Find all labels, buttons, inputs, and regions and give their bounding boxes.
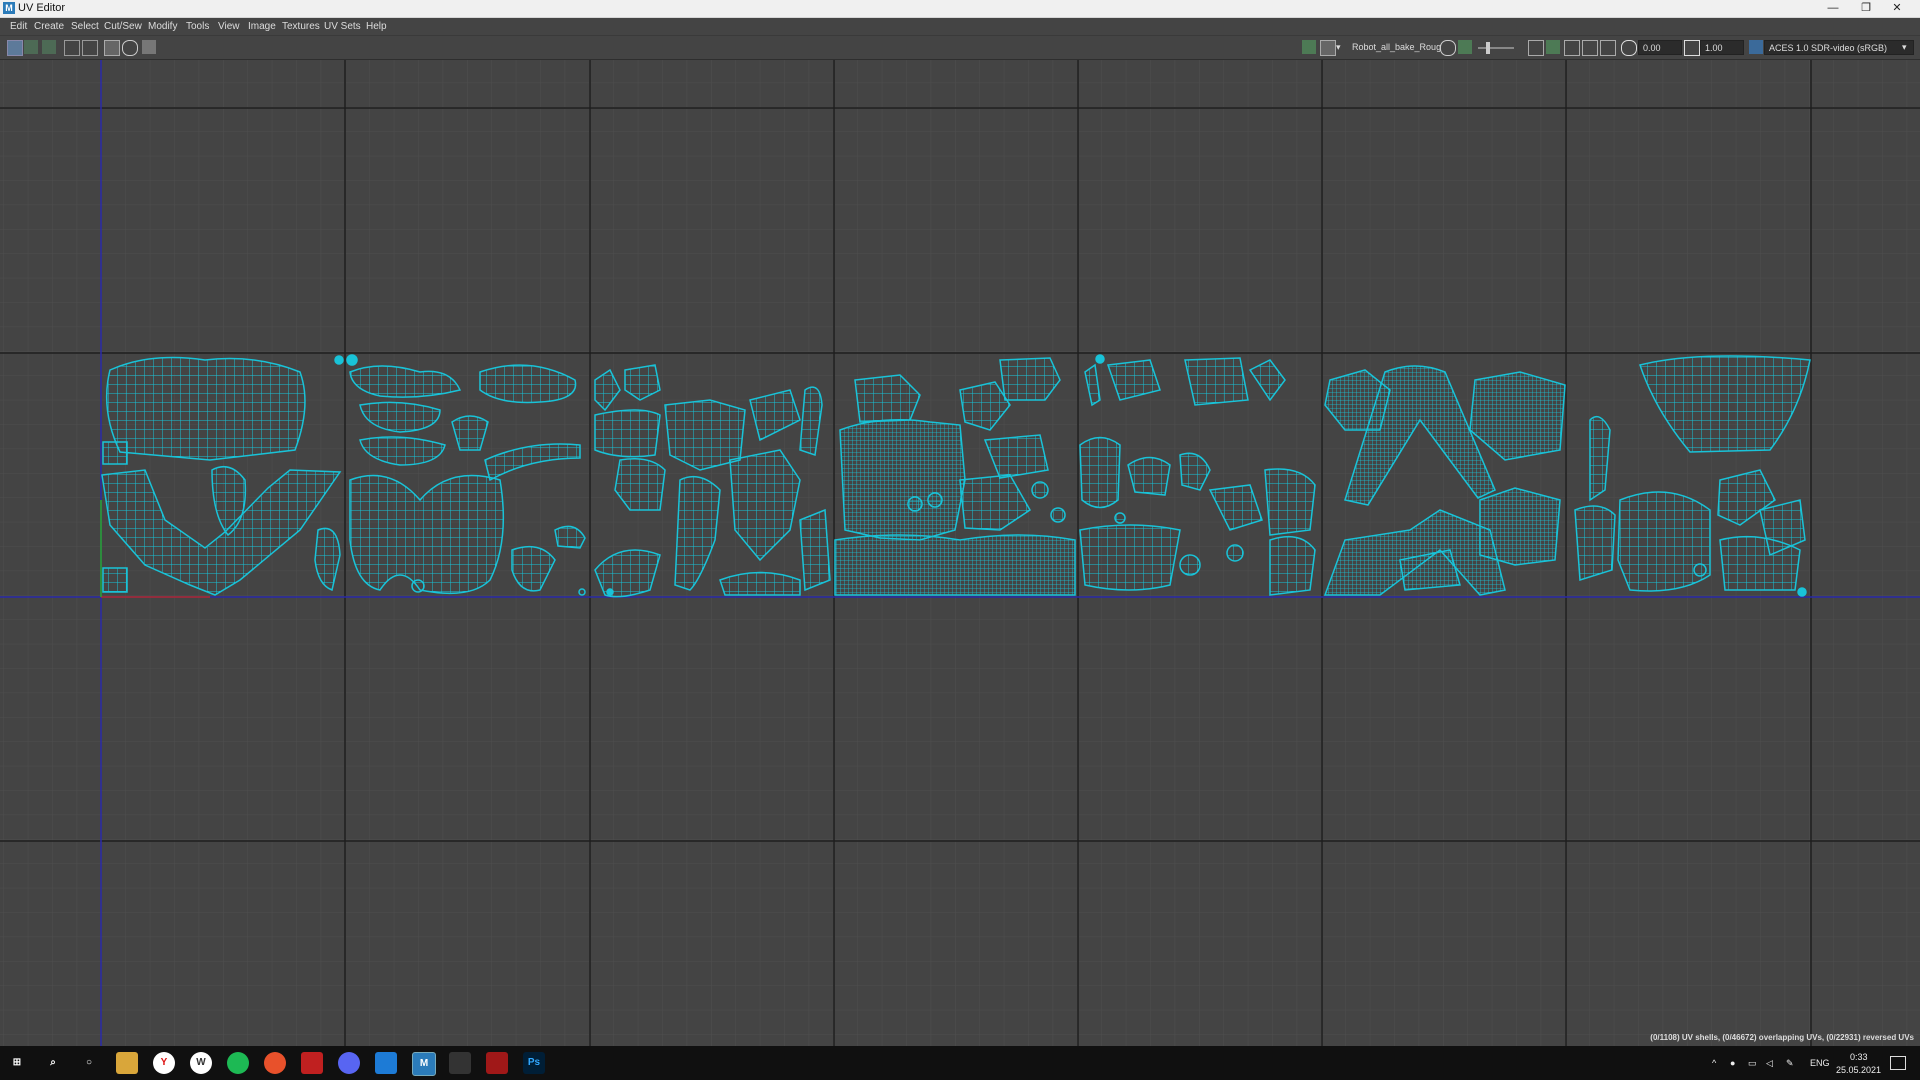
view-transform-chevron-down-icon[interactable]: ▾ bbox=[1902, 42, 1907, 53]
app-blue-icon[interactable] bbox=[375, 1052, 397, 1074]
menu-modify[interactable]: Modify bbox=[148, 21, 177, 32]
menu-tools[interactable]: Tools bbox=[186, 21, 209, 32]
dim-slider-track[interactable] bbox=[1478, 47, 1514, 49]
maya-icon[interactable]: M bbox=[412, 1052, 436, 1076]
menu-select[interactable]: Select bbox=[71, 21, 99, 32]
tray-chevron-up-icon[interactable]: ^ bbox=[1712, 1058, 1716, 1068]
uv-canvas bbox=[0, 60, 1920, 1046]
checker-icon[interactable] bbox=[104, 40, 120, 56]
pixel-snap-icon[interactable] bbox=[1546, 40, 1560, 54]
texture-name[interactable]: Robot_all_bake_Roug bbox=[1352, 42, 1441, 52]
filter-icon[interactable] bbox=[1582, 40, 1598, 56]
dim-image-icon[interactable] bbox=[1440, 40, 1456, 56]
menu-bar: Edit Create Select Cut/Sew Modify Tools … bbox=[0, 18, 1920, 36]
color-management-icon[interactable] bbox=[1749, 40, 1763, 54]
menu-help[interactable]: Help bbox=[366, 21, 387, 32]
menu-uv-sets[interactable]: UV Sets bbox=[324, 21, 361, 32]
maya-app-icon: M bbox=[3, 2, 15, 14]
image-ratio-icon[interactable] bbox=[1458, 40, 1472, 54]
discord-icon[interactable] bbox=[338, 1052, 360, 1074]
display-icon[interactable] bbox=[1600, 40, 1616, 56]
window-title: UV Editor bbox=[18, 2, 66, 14]
texture-grid-icon[interactable] bbox=[1320, 40, 1336, 56]
clock-date[interactable]: 25.05.2021 bbox=[1836, 1065, 1881, 1075]
uv-viewport[interactable]: (0/1108) UV shells, (0/46672) overlappin… bbox=[0, 60, 1920, 1046]
vertex-mode-icon[interactable] bbox=[24, 40, 38, 54]
face-mode-icon[interactable] bbox=[42, 40, 56, 54]
volume-icon[interactable]: ◁ bbox=[1766, 1058, 1773, 1069]
yandex-browser-icon[interactable]: Y bbox=[153, 1052, 175, 1074]
cortana-icon[interactable]: ○ bbox=[78, 1052, 100, 1074]
microphone-icon[interactable]: ● bbox=[1730, 1058, 1735, 1068]
photoshop-icon[interactable]: Ps bbox=[523, 1052, 545, 1074]
uv-toolbar: ▾ Robot_all_bake_Roug 0.00 1.00 ACES 1.0… bbox=[0, 36, 1920, 60]
language-indicator[interactable]: ENG bbox=[1810, 1058, 1830, 1068]
windows-taskbar: ⊞ ⌕ ○ Y W M Ps ^ ● ▭ ◁ ✎ ENG 0:33 25.05.… bbox=[0, 1046, 1920, 1080]
file-explorer-icon[interactable] bbox=[116, 1052, 138, 1074]
shaded-icon[interactable] bbox=[122, 40, 138, 56]
dim-slider-handle[interactable] bbox=[1486, 42, 1490, 54]
clock-time[interactable]: 0:33 bbox=[1850, 1052, 1868, 1062]
notifications-icon[interactable] bbox=[1890, 1056, 1906, 1070]
gamma-icon[interactable] bbox=[1684, 40, 1700, 56]
grid-toggle-icon[interactable] bbox=[64, 40, 80, 56]
snapshot-icon[interactable] bbox=[82, 40, 98, 56]
window-titlebar: M UV Editor — ❐ ✕ bbox=[0, 0, 1920, 18]
network-icon[interactable]: ▭ bbox=[1748, 1058, 1757, 1069]
exposure-icon[interactable] bbox=[1621, 40, 1637, 56]
menu-view[interactable]: View bbox=[218, 21, 240, 32]
spotify-icon[interactable] bbox=[227, 1052, 249, 1074]
uv-status-readout: (0/1108) UV shells, (0/46672) overlappin… bbox=[1650, 1033, 1914, 1042]
menu-cut-sew[interactable]: Cut/Sew bbox=[104, 21, 142, 32]
menu-image[interactable]: Image bbox=[248, 21, 276, 32]
view-transform-select[interactable]: ACES 1.0 SDR-video (sRGB) bbox=[1764, 40, 1914, 55]
uv-selection-mode-icon[interactable] bbox=[7, 40, 23, 56]
menu-edit[interactable]: Edit bbox=[10, 21, 27, 32]
isolate-icon[interactable] bbox=[1564, 40, 1580, 56]
image-display-icon[interactable] bbox=[142, 40, 156, 54]
app-red-icon[interactable] bbox=[301, 1052, 323, 1074]
app-w-icon[interactable]: W bbox=[190, 1052, 212, 1074]
pen-icon[interactable]: ✎ bbox=[1786, 1058, 1794, 1069]
fit-icon[interactable] bbox=[1528, 40, 1544, 56]
menu-create[interactable]: Create bbox=[34, 21, 64, 32]
app-orange-icon[interactable] bbox=[264, 1052, 286, 1074]
exposure-field[interactable]: 0.00 bbox=[1638, 40, 1682, 55]
search-icon[interactable]: ⌕ bbox=[42, 1052, 64, 1074]
gamma-field[interactable]: 1.00 bbox=[1700, 40, 1744, 55]
texture-dropdown-arrow-icon[interactable]: ▾ bbox=[1336, 42, 1341, 53]
windows-start-icon[interactable]: ⊞ bbox=[6, 1052, 28, 1074]
close-button[interactable]: ✕ bbox=[1874, 0, 1920, 17]
texture-display-icon[interactable] bbox=[1302, 40, 1316, 54]
menu-textures[interactable]: Textures bbox=[282, 21, 320, 32]
app-dark-icon[interactable] bbox=[449, 1052, 471, 1074]
app-red-2-icon[interactable] bbox=[486, 1052, 508, 1074]
